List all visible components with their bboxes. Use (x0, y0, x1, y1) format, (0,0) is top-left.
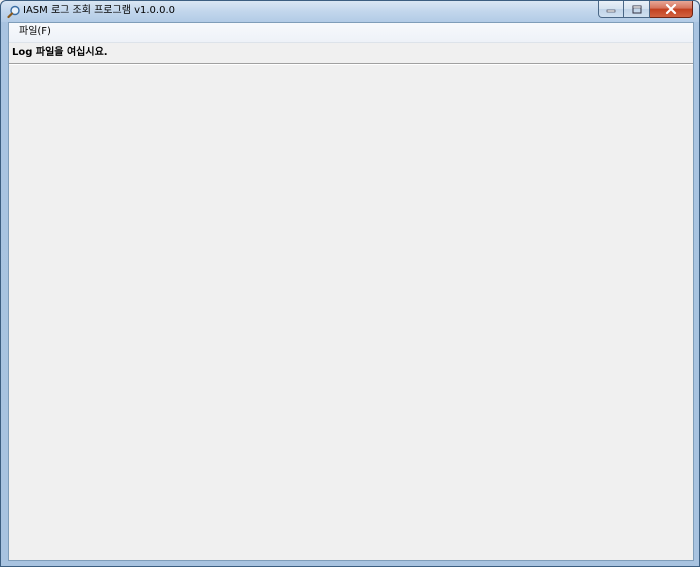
minimize-button[interactable] (598, 1, 624, 18)
menu-bar: 파일(F) (9, 23, 693, 43)
log-content-area (9, 65, 693, 560)
magnifier-icon[interactable] (7, 4, 21, 19)
maximize-button[interactable] (624, 1, 650, 18)
menu-file[interactable]: 파일(F) (15, 25, 55, 39)
app-window: IASM 로그 조회 프로그램 v1.0.0.0 파일(F) Log 파일을 여… (0, 0, 700, 567)
caption-buttons (598, 1, 693, 19)
status-line: Log 파일을 여십시요. (9, 43, 693, 64)
close-button[interactable] (650, 1, 693, 18)
maximize-icon (632, 5, 641, 13)
close-icon (665, 4, 677, 14)
status-message: Log 파일을 여십시요. (12, 47, 108, 58)
title-bar[interactable]: IASM 로그 조회 프로그램 v1.0.0.0 (1, 1, 699, 22)
minimize-icon (606, 9, 616, 13)
window-title: IASM 로그 조회 프로그램 v1.0.0.0 (23, 5, 175, 16)
client-area: 파일(F) Log 파일을 여십시요. (8, 22, 694, 561)
